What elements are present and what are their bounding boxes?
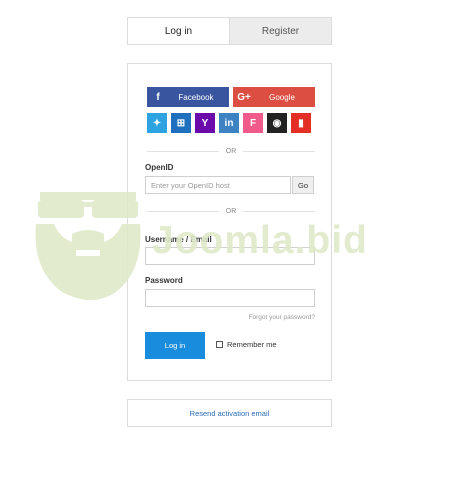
remember-me-checkbox[interactable] [216,341,223,348]
tab-login[interactable]: Log in [128,18,229,44]
facebook-label: Facebook [178,92,214,102]
username-label: Username / Email [145,235,212,244]
username-input[interactable] [145,247,315,265]
yahoo-icon[interactable]: Y [195,113,215,133]
facebook-icon: f [156,91,160,103]
twitter-icon[interactable]: ✦ [147,113,167,133]
google-plus-icon: G+ [237,91,251,103]
foursquare-icon[interactable]: F [243,113,263,133]
github-icon[interactable]: ◉ [267,113,287,133]
forgot-password-link[interactable]: Forgot your password? [218,314,315,321]
social-row-primary: f Facebook G+ Google [147,87,315,107]
login-button[interactable]: Log in [145,332,205,359]
remember-me-label: Remember me [227,340,277,349]
resend-box: Resend activation email [127,399,332,427]
resend-activation-link[interactable]: Resend activation email [190,409,270,418]
stackexchange-icon[interactable]: ▮ [291,113,311,133]
or-divider-2: OR [147,206,315,216]
or-divider: OR [147,146,315,156]
social-row-secondary: ✦ ⊞ Yin F ◉ ▮ [147,113,311,133]
openid-go-button[interactable]: Go [292,176,314,194]
google-login-button[interactable]: G+ Google [233,87,315,107]
password-label: Password [145,276,183,285]
tab-register[interactable]: Register [229,18,331,44]
google-label: Google [269,92,295,102]
linkedin-icon[interactable]: in [219,113,239,133]
openid-input[interactable]: Enter your OpenID host [145,176,291,194]
windows-icon[interactable]: ⊞ [171,113,191,133]
facebook-login-button[interactable]: f Facebook [147,87,229,107]
or-text-2: OR [225,207,237,215]
auth-tabs: Log in Register [127,17,332,45]
or-text: OR [225,147,237,155]
password-input[interactable] [145,289,315,307]
login-card: f Facebook G+ Google ✦ ⊞ Yin F ◉ ▮ OR OpenID … [127,63,332,381]
openid-label: OpenID [145,163,174,172]
remember-me: Remember me [216,340,277,349]
